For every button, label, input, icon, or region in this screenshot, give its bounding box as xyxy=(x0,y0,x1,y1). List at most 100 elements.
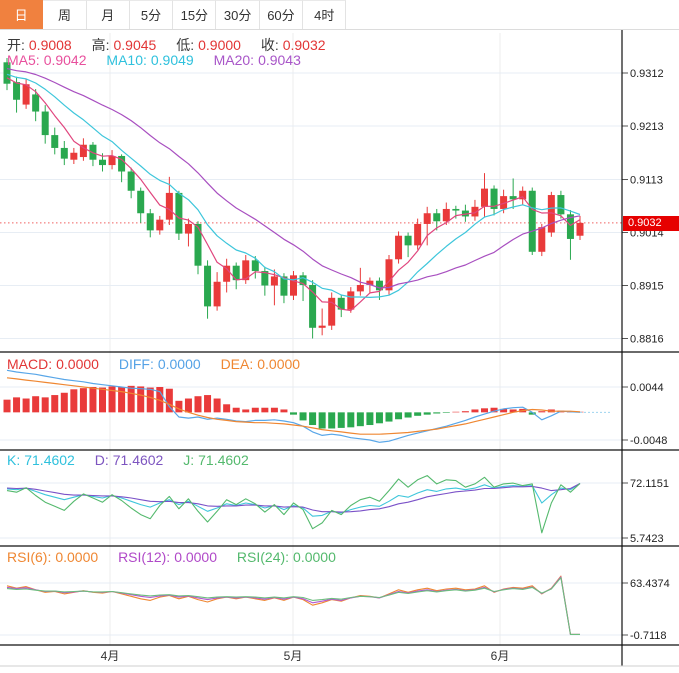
candle-body xyxy=(424,213,431,224)
candle-body xyxy=(405,236,412,246)
tab-日[interactable]: 日 xyxy=(0,0,43,29)
ma5-value: 0.9042 xyxy=(44,52,87,68)
close-value: 0.9032 xyxy=(283,37,326,53)
rsi12-label: RSI(12): xyxy=(118,549,170,565)
candle-body xyxy=(128,171,135,190)
macd-bar xyxy=(261,408,268,413)
macd-bar xyxy=(471,409,478,412)
macd-bar xyxy=(51,395,58,412)
candle-body xyxy=(51,135,58,148)
macd-bar xyxy=(42,397,49,412)
macd-bar xyxy=(185,399,192,413)
d-value: 71.4602 xyxy=(113,452,164,468)
macd-bar xyxy=(175,401,182,413)
macd-bar xyxy=(13,397,20,412)
macd-bar xyxy=(366,412,373,425)
ma5-label: MA5: xyxy=(7,52,40,68)
rsi24-value: 0.0000 xyxy=(293,549,336,565)
candle-body xyxy=(13,82,20,100)
rsi6-label: RSI(6): xyxy=(7,549,51,565)
macd-bar xyxy=(376,412,383,423)
candle-body xyxy=(577,223,584,236)
candle-body xyxy=(481,189,488,207)
tab-30分[interactable]: 30分 xyxy=(216,0,259,29)
y-axis-label: -0.0048 xyxy=(630,435,667,447)
macd-bar xyxy=(395,412,402,419)
candle-body xyxy=(443,209,450,221)
macd-bar xyxy=(405,412,412,417)
y-axis-label: 0.0044 xyxy=(630,382,664,394)
high-label: 高: xyxy=(92,37,110,53)
candle-body xyxy=(195,224,202,266)
macd-bar xyxy=(32,396,39,412)
candle-body xyxy=(538,227,545,252)
macd-bar xyxy=(70,389,77,412)
macd-bar xyxy=(89,387,96,412)
candle-body xyxy=(204,266,211,307)
macd-bar xyxy=(233,408,240,413)
macd-bar xyxy=(99,388,106,413)
candle-body xyxy=(347,291,354,309)
candle-body xyxy=(147,213,154,230)
tab-5分[interactable]: 5分 xyxy=(130,0,173,29)
y-axis-label: 0.9312 xyxy=(630,68,664,80)
tab-月[interactable]: 月 xyxy=(87,0,130,29)
y-axis-label: 0.8816 xyxy=(630,334,664,346)
candle-body xyxy=(61,148,68,159)
macd-bar xyxy=(147,388,154,413)
tab-4时[interactable]: 4时 xyxy=(303,0,346,29)
y-axis-label: 63.4374 xyxy=(630,578,670,590)
macd-bar xyxy=(61,393,68,413)
tab-15分[interactable]: 15分 xyxy=(173,0,216,29)
macd-bar xyxy=(328,412,335,428)
macd-bar xyxy=(452,412,459,413)
tab-60分[interactable]: 60分 xyxy=(260,0,303,29)
macd-bar xyxy=(357,412,364,426)
dea-value: 0.0000 xyxy=(257,356,300,372)
macd-bar xyxy=(223,404,230,412)
macd-bar xyxy=(300,412,307,420)
rsi6-value: 0.0000 xyxy=(55,549,98,565)
y-axis-label: 72.1151 xyxy=(630,478,669,490)
candle-body xyxy=(99,160,106,165)
candle-body xyxy=(357,285,364,291)
y-axis-label: -0.7118 xyxy=(630,630,667,642)
ma20-value: 0.9043 xyxy=(258,52,301,68)
macd-bar xyxy=(414,412,421,415)
macd-bar xyxy=(137,386,144,412)
ma-legend: MA5:0.9042 MA10:0.9049 MA20:0.9043 xyxy=(7,52,305,68)
macd-bar xyxy=(23,399,30,413)
close-label: 收: xyxy=(261,37,279,53)
candle-body xyxy=(319,326,326,328)
candle-body xyxy=(433,213,440,221)
macd-bar xyxy=(338,412,345,428)
ma20-label: MA20: xyxy=(214,52,254,68)
macd-bar xyxy=(309,412,316,425)
tab-周[interactable]: 周 xyxy=(43,0,86,29)
j-value: 71.4602 xyxy=(198,452,249,468)
macd-bar xyxy=(443,412,450,413)
candle-body xyxy=(185,224,192,234)
macd-bar xyxy=(280,409,287,412)
kdj-legend: K:71.4602 D:71.4602 J:71.4602 xyxy=(7,452,253,468)
k-label: K: xyxy=(7,452,20,468)
low-label: 低: xyxy=(176,37,194,53)
x-axis-label: 4月 xyxy=(101,649,120,663)
chart-app: 日周月5分15分30分60分4时 0.93120.92130.91130.901… xyxy=(0,0,679,673)
ma10-label: MA10: xyxy=(106,52,146,68)
candle-body xyxy=(166,193,173,220)
candle-body xyxy=(395,236,402,260)
candle-body xyxy=(70,153,77,160)
low-value: 0.9000 xyxy=(198,37,241,53)
macd-bar xyxy=(319,412,326,428)
candle-body xyxy=(557,195,564,214)
macd-bar xyxy=(204,395,211,412)
j-label: J: xyxy=(183,452,194,468)
macd-bar xyxy=(242,409,249,412)
candle-body xyxy=(32,94,39,111)
candle-body xyxy=(175,193,182,234)
candle-body xyxy=(271,276,278,285)
macd-bar xyxy=(347,412,354,427)
candle-body xyxy=(452,209,459,211)
timeframe-tab-bar: 日周月5分15分30分60分4时 xyxy=(0,0,679,30)
